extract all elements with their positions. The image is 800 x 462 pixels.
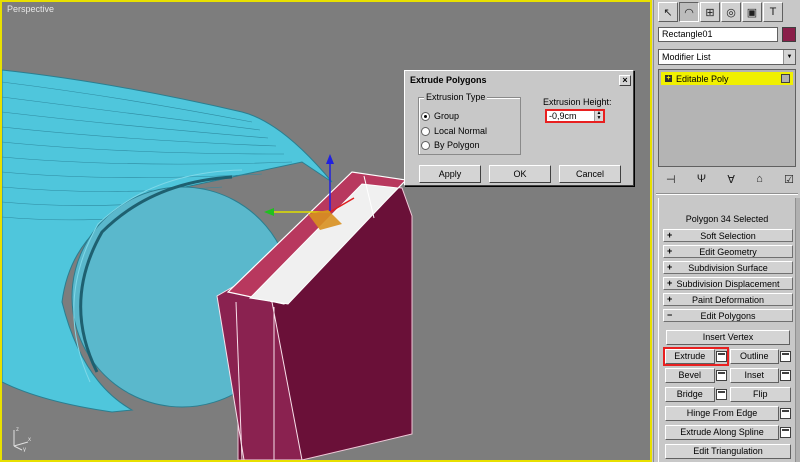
apply-button[interactable]: Apply xyxy=(419,165,481,183)
inset-button[interactable]: Inset xyxy=(729,368,779,383)
remove-modifier-icon[interactable]: ⌂ xyxy=(756,173,763,186)
rollout-label: Subdivision Displacement xyxy=(676,278,780,289)
rollout-edit-polygons[interactable]: − Edit Polygons xyxy=(663,309,793,322)
rollout-label: Paint Deformation xyxy=(691,294,765,305)
radio-by-polygon[interactable]: By Polygon xyxy=(421,140,480,150)
panel-divider xyxy=(656,193,798,195)
create-tab-icon[interactable]: ↖ xyxy=(658,2,678,22)
rollout-subdivision-displacement[interactable]: + Subdivision Displacement xyxy=(663,277,793,290)
extrude-along-spline-button[interactable]: Extrude Along Spline xyxy=(665,425,779,440)
command-panel-tabs: ↖ ◠ ⊞ ◎ ▣ T xyxy=(658,2,783,22)
rollout-label: Soft Selection xyxy=(700,230,756,241)
ucs-axis-icon: x y z xyxy=(13,427,31,452)
panel-scrollbar[interactable] xyxy=(796,198,800,462)
ucs-x-label: x xyxy=(28,437,31,443)
extrusion-height-label: Extrusion Height: xyxy=(543,97,612,107)
modifier-list-label: Modifier List xyxy=(662,52,711,62)
dialog-titlebar[interactable]: Extrude Polygons × xyxy=(407,73,631,87)
ucs-z-label: z xyxy=(16,427,19,433)
extrude-button[interactable]: Extrude xyxy=(665,349,715,364)
radio-group-label: Group xyxy=(434,111,460,121)
extrusion-height-spinner[interactable]: ▲ ▼ xyxy=(545,109,605,123)
bevel-settings-icon[interactable] xyxy=(715,370,727,381)
extrude-along-spline-group: Extrude Along Spline xyxy=(665,425,791,440)
make-unique-icon[interactable]: ∀ xyxy=(727,173,735,186)
expand-icon: + xyxy=(667,246,673,256)
dialog-title: Extrude Polygons xyxy=(410,75,487,85)
rollout-edit-geometry[interactable]: + Edit Geometry xyxy=(663,245,793,258)
bevel-group: Bevel xyxy=(665,368,727,383)
rollout-paint-deformation[interactable]: + Paint Deformation xyxy=(663,293,793,306)
radio-by-polygon-icon[interactable] xyxy=(421,140,430,150)
inset-group: Inset xyxy=(729,368,791,383)
edit-triangulation-group: Edit Triangulation xyxy=(665,444,791,459)
bevel-button[interactable]: Bevel xyxy=(665,368,715,383)
pin-stack-icon[interactable]: ⊣ xyxy=(666,173,676,186)
modify-tab-icon[interactable]: ◠ xyxy=(679,2,699,22)
selection-info: Polygon 34 Selected xyxy=(685,214,769,224)
radio-local-normal-label: Local Normal xyxy=(434,126,488,136)
chevron-down-icon[interactable]: ▼ xyxy=(783,50,795,64)
configure-modifier-sets-icon[interactable]: ☑ xyxy=(784,173,794,186)
outline-button[interactable]: Outline xyxy=(729,349,779,364)
expand-icon[interactable]: + xyxy=(665,75,672,82)
flip-button[interactable]: Flip xyxy=(729,387,791,402)
rollout-soft-selection[interactable]: + Soft Selection xyxy=(663,229,793,242)
toggle-light-icon[interactable] xyxy=(781,74,790,83)
radio-group[interactable]: Group xyxy=(421,111,459,121)
extrude-along-spline-settings-icon[interactable] xyxy=(780,427,791,438)
stack-item-editable-poly[interactable]: + Editable Poly xyxy=(661,72,793,85)
rollout-subdivision-surface[interactable]: + Subdivision Surface xyxy=(663,261,793,274)
motion-tab-icon[interactable]: ◎ xyxy=(721,2,741,22)
modifier-stack[interactable]: + Editable Poly xyxy=(658,69,796,167)
expand-icon: + xyxy=(667,294,673,304)
extrude-group: Extrude xyxy=(663,347,729,366)
extrude-polygons-dialog: Extrude Polygons × Extrusion Type Group … xyxy=(404,70,634,186)
stack-item-label: Editable Poly xyxy=(676,73,729,84)
expand-icon: + xyxy=(667,262,673,272)
ok-button[interactable]: OK xyxy=(489,165,551,183)
object-name-field[interactable]: Rectangle01 xyxy=(658,27,778,42)
extrusion-type-label: Extrusion Type xyxy=(424,92,488,102)
radio-local-normal[interactable]: Local Normal xyxy=(421,126,487,136)
spinner-arrows[interactable]: ▲ ▼ xyxy=(594,111,603,121)
stack-tools: ⊣ Ψ ∀ ⌂ ☑ xyxy=(666,173,794,186)
collapse-icon: − xyxy=(667,310,673,320)
close-icon[interactable]: × xyxy=(619,74,631,86)
object-color-swatch[interactable] xyxy=(782,27,796,42)
hinge-from-edge-button[interactable]: Hinge From Edge xyxy=(665,406,779,421)
rollout-label: Edit Polygons xyxy=(700,310,756,321)
outline-settings-icon[interactable] xyxy=(780,351,791,362)
expand-icon: + xyxy=(667,230,673,240)
inset-settings-icon[interactable] xyxy=(780,370,791,381)
rollout-label: Edit Geometry xyxy=(699,246,757,257)
edit-triangulation-button[interactable]: Edit Triangulation xyxy=(665,444,791,459)
hinge-settings-icon[interactable] xyxy=(780,408,791,419)
show-end-result-icon[interactable]: Ψ xyxy=(697,173,706,186)
radio-by-polygon-label: By Polygon xyxy=(434,140,480,150)
bridge-button[interactable]: Bridge xyxy=(665,387,715,402)
command-panel: ↖ ◠ ⊞ ◎ ▣ T Rectangle01 Modifier List ▼ … xyxy=(653,0,800,462)
radio-local-normal-icon[interactable] xyxy=(421,126,430,136)
flip-group: Flip xyxy=(729,387,791,402)
modifier-list-dropdown[interactable]: Modifier List ▼ xyxy=(658,49,796,65)
cancel-button[interactable]: Cancel xyxy=(559,165,621,183)
insert-vertex-button[interactable]: Insert Vertex xyxy=(666,330,790,345)
bridge-settings-icon[interactable] xyxy=(715,389,727,400)
rollout-area[interactable]: Polygon 34 Selected + Soft Selection + Edi… xyxy=(658,198,796,462)
ucs-y-label: y xyxy=(23,447,26,452)
expand-icon: + xyxy=(667,278,673,288)
rollout-label: Subdivision Surface xyxy=(688,262,768,273)
hierarchy-tab-icon[interactable]: ⊞ xyxy=(700,2,720,22)
outline-group: Outline xyxy=(729,349,791,364)
extrude-settings-icon[interactable] xyxy=(715,351,727,362)
utilities-tab-icon[interactable]: T xyxy=(763,2,783,22)
extrusion-height-input[interactable] xyxy=(547,111,594,121)
display-tab-icon[interactable]: ▣ xyxy=(742,2,762,22)
bridge-group: Bridge xyxy=(665,387,727,402)
radio-group-icon[interactable] xyxy=(421,111,430,121)
spinner-down-icon[interactable]: ▼ xyxy=(595,116,603,121)
hinge-group: Hinge From Edge xyxy=(665,406,791,421)
